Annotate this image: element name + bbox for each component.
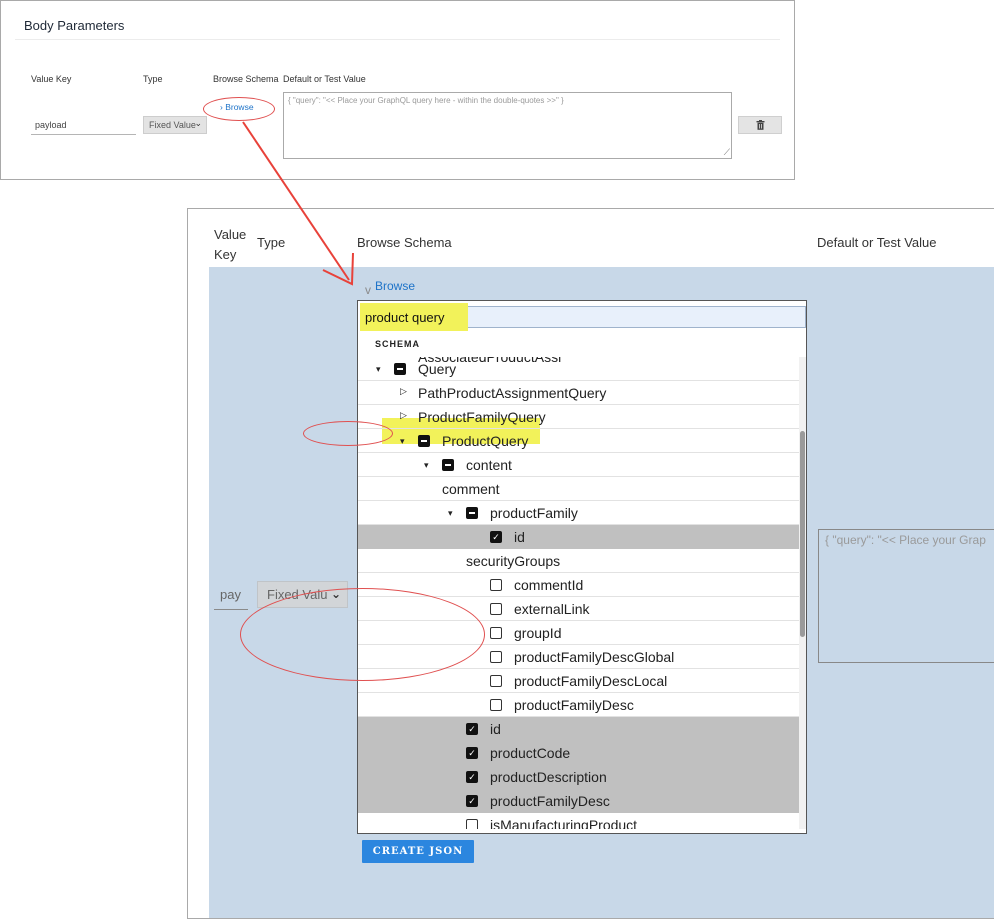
checkbox-checked-icon[interactable]: ✓ xyxy=(466,771,478,783)
tree-row[interactable]: productFamilyDesc xyxy=(358,693,799,717)
checkbox-unchecked-icon[interactable] xyxy=(490,699,502,711)
browse-schema-panel: Value Key Type Browse Schema Default or … xyxy=(187,208,994,919)
checkbox-partial-icon[interactable] xyxy=(466,507,478,519)
tree-row-label: ProductQuery xyxy=(442,433,529,449)
search-input[interactable]: product query xyxy=(360,303,806,331)
checkbox-checked-icon[interactable]: ✓ xyxy=(466,747,478,759)
checkbox-checked-icon[interactable]: ✓ xyxy=(466,795,478,807)
tree-row-label: id xyxy=(514,529,525,545)
caret-right-icon[interactable]: ▷ xyxy=(400,410,407,421)
checkbox-unchecked-icon[interactable] xyxy=(490,651,502,663)
default-value-header: Default or Test Value xyxy=(283,74,366,84)
annotation-ellipse xyxy=(240,588,485,681)
resize-grip-icon[interactable]: ⟋ xyxy=(724,147,730,158)
tree-row[interactable]: ▷ PathProductAssignmentQuery xyxy=(358,381,799,405)
chevron-down-icon: ⌄ xyxy=(194,118,202,128)
checkbox-unchecked-icon[interactable] xyxy=(490,675,502,687)
caret-down-icon[interactable]: ▾ xyxy=(424,460,429,471)
body-parameters-panel: Body Parameters Value Key Type Browse Sc… xyxy=(0,0,795,180)
browse-link[interactable]: › Browse xyxy=(220,102,254,112)
tree-row[interactable]: securityGroups xyxy=(358,549,799,573)
body-parameters-card: Body Parameters Value Key Type Browse Sc… xyxy=(15,1,782,179)
tree-row[interactable]: ✓ productCode xyxy=(358,741,799,765)
default-value-textarea[interactable]: { "query": "<< Place your GraphQL query … xyxy=(283,92,732,159)
tree-row[interactable]: ✓ id xyxy=(358,717,799,741)
tree-row-label: commentId xyxy=(514,577,584,593)
checkbox-partial-icon[interactable] xyxy=(418,435,430,447)
browse-schema-header: Browse Schema xyxy=(357,235,452,250)
tree-row-label: isManufacturingProduct xyxy=(490,817,638,829)
tree-row-label: productFamilyDesc xyxy=(514,697,634,713)
checkbox-partial-icon[interactable] xyxy=(442,459,454,471)
checkbox-unchecked-icon[interactable] xyxy=(490,627,502,639)
tree-row[interactable]: ✓ id xyxy=(358,525,799,549)
tree-row[interactable]: ▾ productFamily xyxy=(358,501,799,525)
tree-row-label: productDescription xyxy=(490,769,607,785)
tree-row-label: productFamilyDescLocal xyxy=(514,673,668,689)
value-key-header: Value Key xyxy=(31,74,72,84)
type-header: Type xyxy=(143,74,163,84)
tree-row[interactable]: ✓ productDescription xyxy=(358,765,799,789)
checkbox-checked-icon[interactable]: ✓ xyxy=(490,531,502,543)
tree-scrollbar[interactable] xyxy=(799,357,806,829)
tree-row-label: productFamilyDesc xyxy=(490,793,610,809)
scrollbar-thumb[interactable] xyxy=(800,431,805,637)
textarea-placeholder: { "query": "<< Place your Grap xyxy=(825,533,986,547)
create-json-button[interactable]: CREATE JSON xyxy=(362,840,474,863)
default-value-textarea[interactable]: { "query": "<< Place your Grap xyxy=(818,529,994,663)
browse-link-label: Browse xyxy=(225,102,254,112)
tree-row-label: id xyxy=(490,721,501,737)
chevron-down-icon[interactable]: v xyxy=(365,283,371,297)
checkbox-unchecked-icon[interactable] xyxy=(490,603,502,615)
delete-button[interactable] xyxy=(738,116,782,134)
value-key-header-line1: Value xyxy=(214,227,247,242)
tree-row-label: productFamilyDescGlobal xyxy=(514,649,675,665)
annotation-ellipse xyxy=(303,421,393,446)
tree-row[interactable]: isManufacturingProduct xyxy=(358,813,799,829)
caret-down-icon[interactable]: ▾ xyxy=(376,364,381,375)
title-divider xyxy=(15,39,780,40)
tree-row-label: externalLink xyxy=(514,601,590,617)
checkbox-partial-icon[interactable] xyxy=(394,363,406,375)
tree-row[interactable]: ▾ content xyxy=(358,453,799,477)
checkbox-unchecked-icon[interactable] xyxy=(490,579,502,591)
browse-schema-header: Browse Schema xyxy=(213,74,279,84)
tree-row-label: PathProductAssignmentQuery xyxy=(418,385,607,401)
tree-row[interactable]: ✓ productFamilyDesc xyxy=(358,789,799,813)
panel-title: Body Parameters xyxy=(24,18,125,33)
caret-down-icon[interactable]: ▾ xyxy=(400,436,405,447)
tree-row[interactable]: comment xyxy=(358,477,799,501)
tree-row-label: groupId xyxy=(514,625,562,641)
tree-row-label: Query xyxy=(418,361,457,377)
type-header: Type xyxy=(257,235,286,250)
tree-row-label: ProductFamilyQuery xyxy=(418,409,546,425)
search-input-value: product query xyxy=(365,310,445,325)
tree-row-label: productCode xyxy=(490,745,571,761)
tree-row[interactable]: ▾ ProductQuery xyxy=(358,429,799,453)
schema-tree: AssociatedProductAssi ▾ Query ▷ PathProduct… xyxy=(358,357,799,829)
caret-down-icon[interactable]: ▾ xyxy=(448,508,453,519)
tree-row-label: content xyxy=(466,457,512,473)
tree-row-label: securityGroups xyxy=(466,553,561,569)
value-key-header: Value Key xyxy=(214,225,246,265)
type-select[interactable]: Fixed Value ⌄ xyxy=(143,116,207,134)
trash-icon xyxy=(756,120,764,130)
value-key-input[interactable]: payload xyxy=(31,115,136,135)
tree-row-label: productFamily xyxy=(490,505,578,521)
textarea-placeholder: { "query": "<< Place your GraphQL query … xyxy=(288,96,564,105)
tree-row-label: comment xyxy=(442,481,500,497)
schema-section-label: SCHEMA xyxy=(375,339,421,349)
checkbox-checked-icon[interactable]: ✓ xyxy=(466,723,478,735)
checkbox-unchecked-icon[interactable] xyxy=(466,819,478,829)
schema-dropdown: product query SCHEMA AssociatedProductAs… xyxy=(357,300,807,834)
default-value-header: Default or Test Value xyxy=(817,235,937,250)
tree-row[interactable]: ▷ ProductFamilyQuery xyxy=(358,405,799,429)
value-key-header-line2: Key xyxy=(214,247,237,262)
type-select-value: Fixed Value xyxy=(149,120,196,130)
tree-row[interactable]: ▾ Query xyxy=(358,357,799,381)
caret-right-icon[interactable]: ▷ xyxy=(400,386,407,397)
value-key-input[interactable]: pay xyxy=(214,584,248,610)
browse-link[interactable]: Browse xyxy=(375,279,415,293)
